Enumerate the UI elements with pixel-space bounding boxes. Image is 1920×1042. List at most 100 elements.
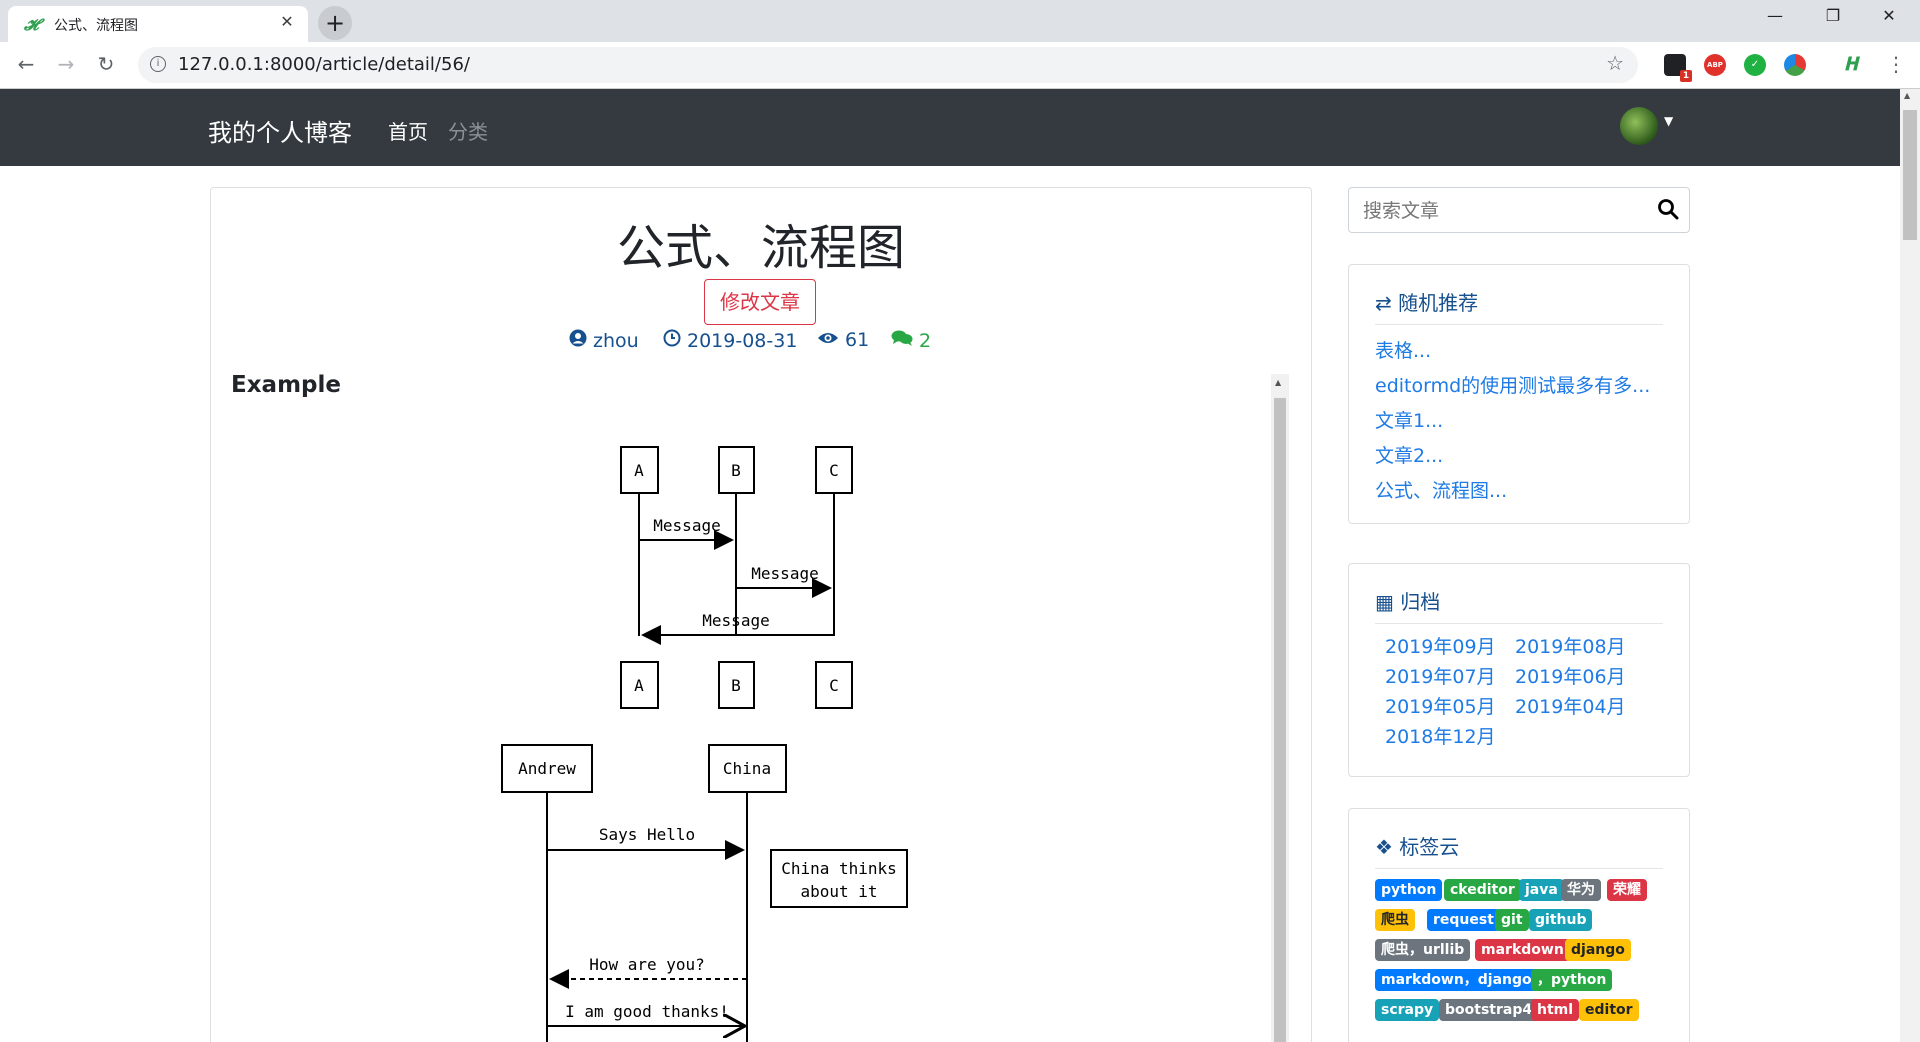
search-input[interactable] (1349, 188, 1655, 234)
note-line-1: China thinks (781, 859, 897, 878)
site-navbar: 我的个人博客 首页 分类 ▼ (0, 89, 1900, 166)
tag-badge[interactable]: 爬虫 (1375, 909, 1415, 931)
adblock-icon[interactable]: ABP (1704, 54, 1726, 76)
recommend-link[interactable]: 文章1... (1375, 406, 1443, 433)
tag-badge[interactable]: bootstrap4 (1439, 999, 1539, 1021)
recommend-link[interactable]: editormd的使用测试最多有多... (1375, 371, 1650, 398)
info-icon[interactable]: i (150, 56, 166, 72)
tag-badge[interactable]: scrapy (1375, 999, 1440, 1021)
archive-link[interactable]: 2019年07月 (1385, 662, 1496, 689)
sequence-diagrams: A B C A B C Message Message Message Andr… (501, 446, 908, 1042)
address-bar[interactable]: i 127.0.0.1:8000/article/detail/56/ ☆ (138, 47, 1638, 83)
site-brand[interactable]: 我的个人博客 (208, 113, 352, 148)
archive-panel-title: 归档 (1400, 590, 1441, 614)
url-text[interactable]: 127.0.0.1:8000/article/detail/56/ (178, 54, 470, 75)
message-label: Says Hello (599, 825, 695, 844)
tag-badge[interactable]: django (1565, 939, 1631, 961)
bookmark-star-icon[interactable]: ☆ (1606, 51, 1624, 75)
tag-badge[interactable]: ckeditor (1444, 879, 1521, 901)
divider (1375, 324, 1663, 325)
message-label: How are you? (589, 955, 705, 974)
tag-badge[interactable]: python (1375, 879, 1443, 901)
tag-badge[interactable]: java (1519, 879, 1564, 901)
tag-badge[interactable]: request (1427, 909, 1500, 931)
recommend-link[interactable]: 文章2... (1375, 441, 1443, 468)
browser-tab-strip: 𝓗 公式、流程图 ✕ + — ❐ ✕ (0, 0, 1920, 42)
archive-panel: ▦ 归档 2019年09月 2019年08月 2019年07月 2019年06月… (1348, 563, 1690, 777)
actor-a-bottom: A (634, 676, 644, 695)
actor-c-top: C (829, 461, 839, 480)
archive-link[interactable]: 2019年09月 (1385, 632, 1496, 659)
divider (1375, 623, 1663, 624)
new-tab-button[interactable]: + (318, 6, 352, 40)
content-scrollbar-thumb[interactable] (1274, 398, 1286, 1042)
extension-icon[interactable]: 1 (1664, 54, 1692, 82)
recommend-link[interactable]: 公式、流程图... (1375, 476, 1507, 503)
recommend-link[interactable]: 表格... (1375, 336, 1431, 363)
tag-badge[interactable]: github (1529, 909, 1593, 931)
minimize-icon[interactable]: — (1752, 6, 1798, 25)
archive-link[interactable]: 2019年04月 (1515, 692, 1626, 719)
random-panel-title: 随机推荐 (1398, 291, 1479, 315)
actor-andrew: Andrew (518, 759, 576, 778)
tab-title: 公式、流程图 (54, 18, 138, 34)
article-card: 公式、流程图 修改文章 zhou 2019-08-31 61 2 Example (210, 187, 1312, 1042)
extension-colorful-icon[interactable] (1784, 54, 1806, 76)
tag-badge[interactable]: markdown，django (1375, 969, 1538, 991)
extension-check-icon[interactable]: ✓ (1744, 54, 1766, 76)
page-scroll-up-arrow-icon[interactable]: ▲ (1904, 91, 1910, 100)
site-favicon-icon: 𝓗 (24, 15, 39, 34)
archive-link[interactable]: 2019年05月 (1385, 692, 1496, 719)
actor-c-bottom: C (829, 676, 839, 695)
tag-badge[interactable]: 华为 (1561, 879, 1601, 901)
tag-badge[interactable]: git (1495, 909, 1529, 931)
search-icon[interactable] (1657, 198, 1679, 220)
reload-icon[interactable]: ↻ (92, 52, 120, 76)
archive-link[interactable]: 2019年08月 (1515, 632, 1626, 659)
restore-icon[interactable]: ❐ (1810, 6, 1856, 25)
back-arrow-icon[interactable]: ← (12, 52, 40, 76)
tag-badge[interactable]: ，python (1531, 969, 1613, 991)
random-panel-heading: ⇄ 随机推荐 (1375, 287, 1478, 316)
calendar-icon: ▦ (1375, 590, 1394, 614)
tags-icon: ❖ (1375, 835, 1393, 859)
tag-badge[interactable]: editor (1579, 999, 1639, 1021)
archive-link[interactable]: 2019年06月 (1515, 662, 1626, 689)
extension-badge: 1 (1680, 70, 1692, 82)
random-recommend-panel: ⇄ 随机推荐 表格... editormd的使用测试最多有多... 文章1...… (1348, 264, 1690, 524)
tags-panel-title: 标签云 (1399, 835, 1460, 859)
tag-badge[interactable]: html (1531, 999, 1580, 1021)
browser-menu-icon[interactable]: ⋮ (1886, 52, 1906, 76)
nav-category-link[interactable]: 分类 (448, 116, 488, 145)
note-line-2: about it (800, 882, 877, 901)
browser-tab[interactable]: 𝓗 公式、流程图 ✕ (8, 6, 308, 42)
scroll-up-arrow-icon[interactable]: ▲ (1275, 378, 1281, 387)
web-page: 我的个人博客 首页 分类 ▼ 公式、流程图 修改文章 zhou 2019-08-… (0, 89, 1900, 1042)
search-box (1348, 187, 1690, 234)
actor-b-bottom: B (731, 676, 741, 695)
tag-badge[interactable]: 爬虫，urllib (1375, 939, 1471, 961)
user-dropdown-caret-icon[interactable]: ▼ (1664, 114, 1673, 128)
divider (1375, 868, 1663, 869)
actor-a-top: A (634, 461, 644, 480)
tag-cloud-panel: ❖ 标签云 python ckeditor java 华为 荣耀 爬虫 request git… (1348, 808, 1690, 1042)
nav-home-link[interactable]: 首页 (388, 116, 428, 145)
message-label: Message (653, 516, 720, 535)
archive-link[interactable]: 2018年12月 (1385, 722, 1496, 749)
tag-badge[interactable]: markdown (1475, 939, 1570, 961)
tag-badge[interactable]: 荣耀 (1607, 879, 1647, 901)
message-label: I am good thanks! (565, 1002, 729, 1021)
tags-panel-heading: ❖ 标签云 (1375, 831, 1459, 860)
user-avatar[interactable] (1620, 107, 1658, 145)
actor-b-top: B (731, 461, 741, 480)
close-tab-icon[interactable]: ✕ (276, 12, 298, 31)
shuffle-icon: ⇄ (1375, 291, 1392, 315)
browser-toolbar: ← → ↻ i 127.0.0.1:8000/article/detail/56… (0, 42, 1920, 89)
profile-extension-icon[interactable]: 𝐇 (1840, 54, 1862, 76)
page-scrollbar-thumb[interactable] (1903, 110, 1917, 240)
close-window-icon[interactable]: ✕ (1866, 6, 1912, 25)
actor-china: China (723, 759, 771, 778)
message-label: Message (702, 611, 769, 630)
archive-panel-heading: ▦ 归档 (1375, 586, 1440, 615)
forward-arrow-icon[interactable]: → (52, 52, 80, 76)
